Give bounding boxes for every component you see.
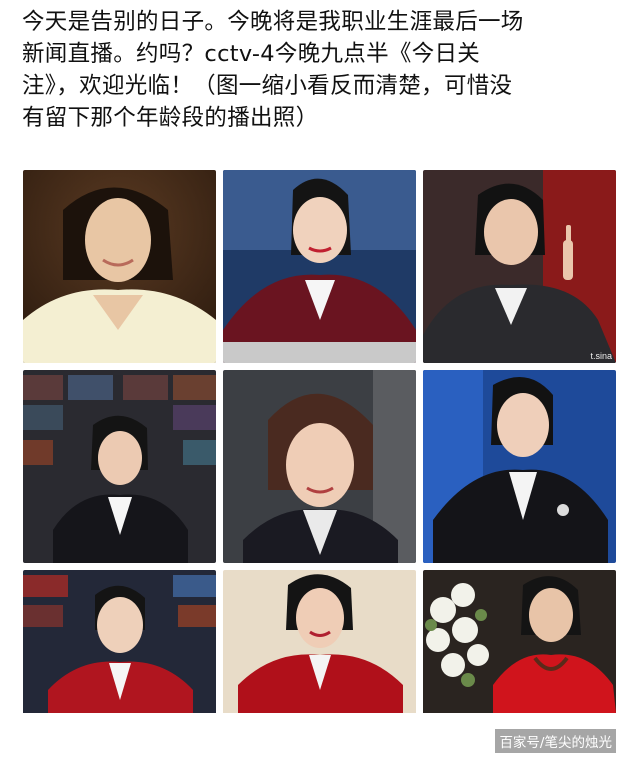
photo-anchor-pointing[interactable]: t.sina [423, 170, 616, 363]
photo-anchor-studio-black[interactable] [23, 370, 216, 563]
post-text: 今天是告别的日子。今晚将是我职业生涯最后一场 新闻直播。约吗？cctv-4今晚九… [22, 6, 626, 134]
photo-anchor-burgundy-suit[interactable] [223, 170, 416, 363]
photo-anchor-blue-studio[interactable] [423, 370, 616, 563]
post-line-3: 注》，欢迎光临！（图一缩小看反而清楚，可惜没 [22, 73, 513, 99]
photo-anchor-red-jacket[interactable] [23, 570, 216, 763]
photo-young-portrait[interactable] [23, 170, 216, 363]
photo-portrait-flowers[interactable]: 百家号/笔尖的烛光 [423, 570, 616, 763]
post-line-1: 今天是告别的日子。今晚将是我职业生涯最后一场 [22, 9, 524, 35]
source-credit: 百家号/笔尖的烛光 [495, 729, 616, 753]
photo-grid: t.sina 百家号/笔尖的烛光 [23, 170, 617, 753]
post-line-4: 有留下那个年龄段的播出照） [22, 105, 319, 131]
photo-portrait-older[interactable] [223, 370, 416, 563]
watermark: t.sina [590, 351, 612, 361]
photo-portrait-red-shawl[interactable] [223, 570, 416, 763]
post-line-2: 新闻直播。约吗？cctv-4今晚九点半《今日关 [22, 41, 481, 67]
